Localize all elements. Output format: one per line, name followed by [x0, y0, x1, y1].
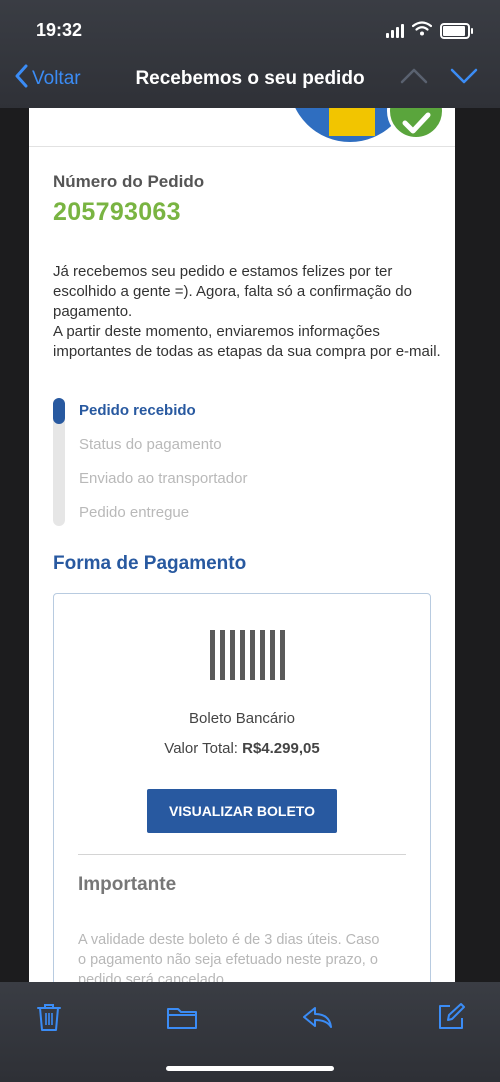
- payment-heading: Forma de Pagamento: [53, 553, 247, 574]
- step-order-received: Pedido recebido: [79, 402, 196, 419]
- email-body: Número do Pedido 205793063 Já recebemos …: [29, 108, 455, 982]
- hero-banner: [29, 108, 455, 147]
- progress-fill: [53, 398, 65, 424]
- status-time: 19:32: [36, 20, 83, 40]
- payment-total: Valor Total: R$4.299,05: [54, 740, 430, 757]
- divider: [78, 854, 406, 855]
- trash-icon[interactable]: [32, 1000, 66, 1034]
- success-check-icon: [387, 108, 445, 140]
- step-payment-status: Status do pagamento: [79, 436, 222, 453]
- compose-icon[interactable]: [434, 1000, 468, 1034]
- home-indicator[interactable]: [166, 1066, 334, 1071]
- barcode-icon: [210, 630, 285, 680]
- important-text: A validade deste boleto é de 3 dias útei…: [78, 932, 380, 982]
- message-paragraph: Já recebemos seu pedido e estamos felize…: [53, 263, 412, 320]
- wifi-icon: [411, 21, 433, 41]
- hero-figure: [329, 108, 375, 136]
- order-number-label: Número do Pedido: [53, 172, 205, 191]
- cellular-signal-icon: [386, 24, 404, 38]
- previous-message-chevron-up-icon[interactable]: [400, 66, 428, 91]
- step-shipped: Enviado ao transportador: [79, 470, 248, 487]
- payment-method: Boleto Bancário: [189, 710, 295, 727]
- order-progress-tracker: Pedido recebido Status do pagamento Envi…: [53, 396, 433, 526]
- confirmation-message: Já recebemos seu pedido e estamos felize…: [53, 262, 449, 362]
- step-delivered: Pedido entregue: [79, 504, 190, 521]
- reply-icon[interactable]: [300, 1000, 334, 1034]
- view-boleto-button[interactable]: VISUALIZAR BOLETO: [147, 789, 337, 833]
- total-label: Valor Total:: [164, 740, 238, 757]
- top-bar: 19:32 Voltar Recebemos o seu pedido: [0, 0, 500, 108]
- next-message-chevron-down-icon[interactable]: [450, 66, 478, 91]
- total-value: R$4.299,05: [242, 740, 320, 757]
- important-title: Importante: [78, 874, 177, 895]
- message-paragraph: A partir deste momento, enviaremos infor…: [53, 323, 441, 360]
- order-number[interactable]: 205793063: [53, 198, 181, 227]
- status-icons: [386, 21, 473, 41]
- payment-card: Boleto Bancário Valor Total: R$4.299,05 …: [53, 593, 431, 982]
- folder-icon[interactable]: [165, 1000, 199, 1034]
- battery-icon: [440, 23, 473, 39]
